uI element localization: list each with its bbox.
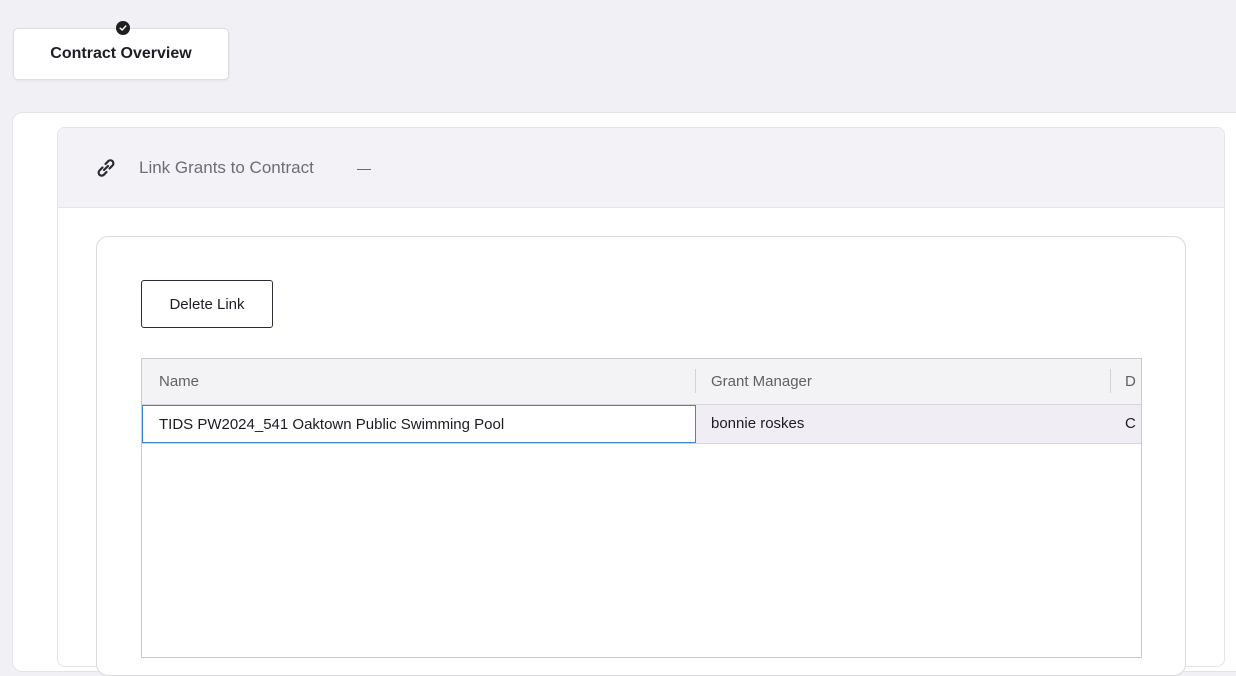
delete-link-button[interactable]: Delete Link (141, 280, 273, 328)
step-tab-contract-overview[interactable]: Contract Overview (13, 28, 229, 80)
column-resize-handle[interactable] (695, 369, 696, 393)
cell-third[interactable]: C (1125, 405, 1141, 443)
table-row[interactable]: TIDS PW2024_541 Oaktown Public Swimming … (142, 405, 1141, 444)
column-resize-handle[interactable] (1110, 369, 1111, 393)
cell-name[interactable]: TIDS PW2024_541 Oaktown Public Swimming … (142, 405, 696, 443)
grants-grid: Name Grant Manager D TIDS PW2024_541 Oak… (141, 358, 1142, 658)
top-bar: Contract Overview (0, 0, 1236, 112)
grid-header: Name Grant Manager D (142, 359, 1141, 405)
column-header-third[interactable]: D (1125, 359, 1141, 404)
cell-grant-manager[interactable]: bonnie roskes (711, 405, 1091, 443)
minus-icon[interactable] (357, 169, 371, 170)
link-icon (95, 159, 117, 177)
column-header-name[interactable]: Name (159, 359, 689, 404)
check-circle-icon (116, 21, 130, 35)
section-title: Link Grants to Contract (139, 158, 314, 177)
section-header[interactable]: Link Grants to Contract (58, 128, 1224, 208)
step-tab-label: Contract Overview (50, 45, 192, 62)
column-header-grant-manager[interactable]: Grant Manager (711, 359, 1091, 404)
